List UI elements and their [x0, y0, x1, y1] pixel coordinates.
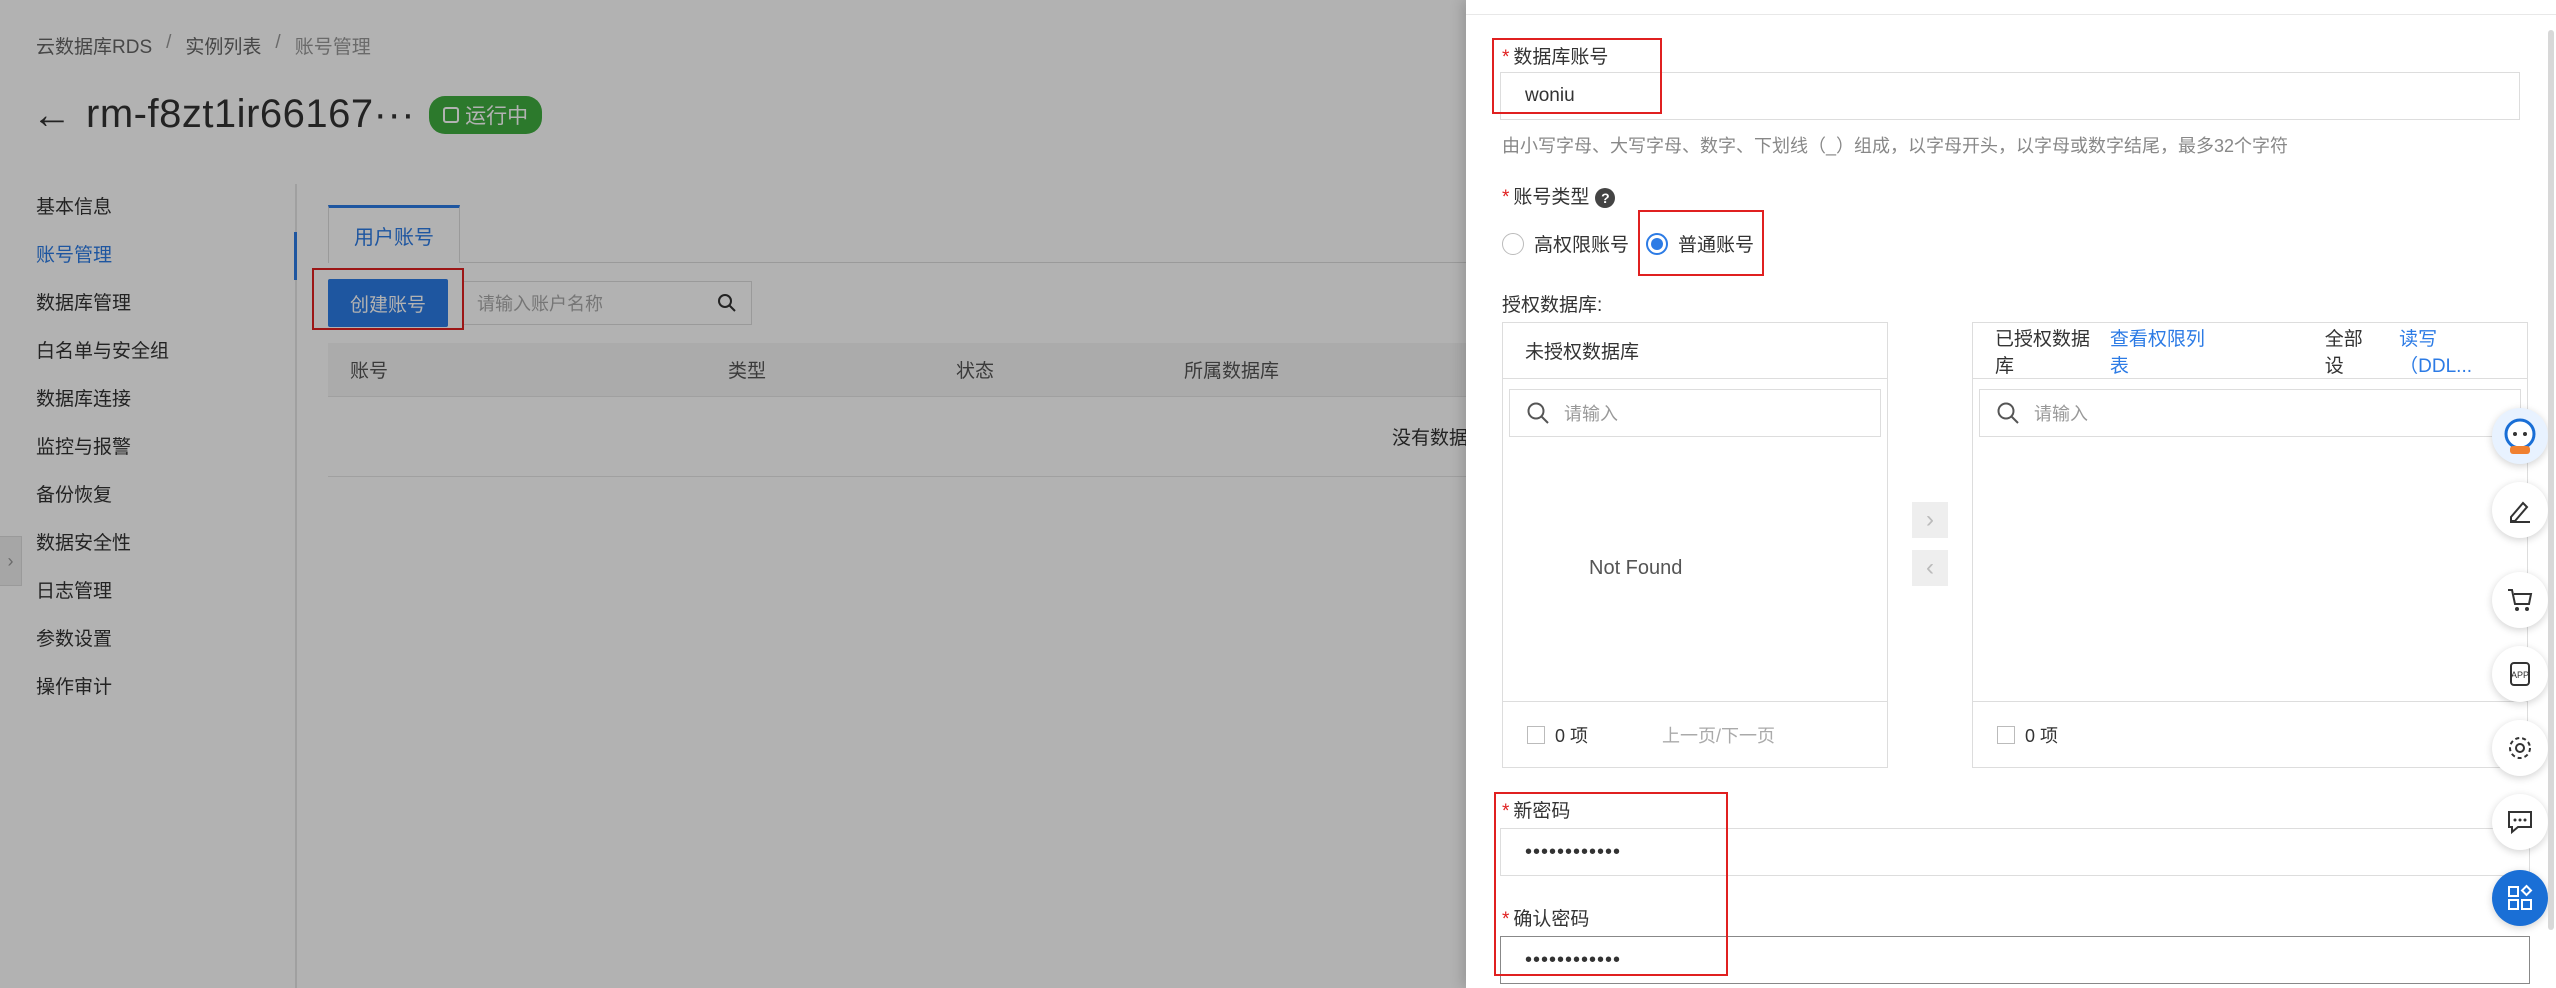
authorized-db-panel: 已授权数据库 查看权限列表 全部设 读写（DDL... 请输入 0 项: [1972, 322, 2528, 768]
required-mark: *: [1502, 187, 1510, 208]
select-all-checkbox[interactable]: [1997, 725, 2015, 744]
drawer-divider: [1466, 14, 2556, 15]
modal-overlay[interactable]: [0, 0, 1466, 988]
set-all-label: 全部设: [2324, 328, 2363, 377]
apps-grid-icon[interactable]: [2492, 870, 2548, 926]
account-type-label: * 账号类型?: [1502, 182, 1616, 209]
authorized-db-footer: 0 项: [1973, 701, 2527, 767]
account-type-label-text: 账号类型: [1513, 187, 1590, 208]
radio-circle: [1502, 232, 1524, 255]
select-all-checkbox[interactable]: [1527, 725, 1545, 744]
move-right-button[interactable]: ›: [1912, 502, 1948, 538]
item-count: 0 项: [2025, 725, 2059, 746]
permission-dropdown[interactable]: 读写（DDL...: [2399, 324, 2505, 378]
radio-super-account-label: 高权限账号: [1534, 235, 1630, 256]
unauthorized-db-footer: 0 项 上一页/下一页: [1503, 701, 1887, 767]
unauthorized-db-search[interactable]: 请输入: [1509, 389, 1881, 437]
create-account-drawer: * 数据库账号 woniu 由小写字母、大写字母、数字、下划线（_）组成，以字母开…: [1466, 0, 2556, 988]
drawer-scrollbar[interactable]: [2548, 30, 2554, 930]
radio-super-account[interactable]: 高权限账号: [1502, 230, 1629, 257]
app-icon[interactable]: APP: [2492, 646, 2548, 702]
pager: 上一页/下一页: [1662, 722, 1775, 748]
assistant-avatar-icon[interactable]: [2492, 408, 2548, 464]
edit-icon[interactable]: [2492, 482, 2548, 538]
empty-state-text: Not Found: [1589, 557, 1683, 579]
search-icon: [1527, 402, 1549, 424]
unauthorized-db-panel: 未授权数据库 请输入 Not Found 0 项 上一页/下一页: [1502, 322, 1888, 768]
next-page-link[interactable]: 下一页: [1721, 726, 1775, 746]
authorized-db-search[interactable]: 请输入: [1979, 389, 2521, 437]
search-placeholder: 请输入: [1564, 404, 1618, 424]
help-icon[interactable]: ?: [1595, 187, 1616, 208]
highlight-normal-account: [1638, 210, 1764, 276]
authorized-db-label: 授权数据库:: [1502, 295, 1603, 316]
authorized-db-header: 已授权数据库 查看权限列表 全部设 读写（DDL...: [1973, 323, 2527, 379]
gear-icon[interactable]: [2492, 720, 2548, 776]
feedback-icon[interactable]: [2492, 794, 2548, 850]
highlight-account-name: [1492, 38, 1662, 114]
view-permissions-link[interactable]: 查看权限列表: [2110, 324, 2219, 378]
highlight-passwords: [1494, 792, 1728, 976]
authorized-db-title: 已授权数据库: [1995, 328, 2091, 377]
svg-text:APP: APP: [2511, 670, 2529, 680]
search-icon: [1997, 402, 2019, 424]
account-name-hint: 由小写字母、大写字母、数字、下划线（_）组成，以字母开头，以字母或数字结尾，最多…: [1502, 136, 2289, 156]
move-left-button[interactable]: ‹: [1912, 550, 1948, 586]
unauthorized-db-header: 未授权数据库: [1503, 323, 1887, 379]
search-placeholder: 请输入: [2034, 404, 2088, 424]
prev-page-link[interactable]: 上一页: [1662, 726, 1716, 746]
cart-icon[interactable]: [2492, 572, 2548, 628]
item-count: 0 项: [1555, 725, 1589, 746]
